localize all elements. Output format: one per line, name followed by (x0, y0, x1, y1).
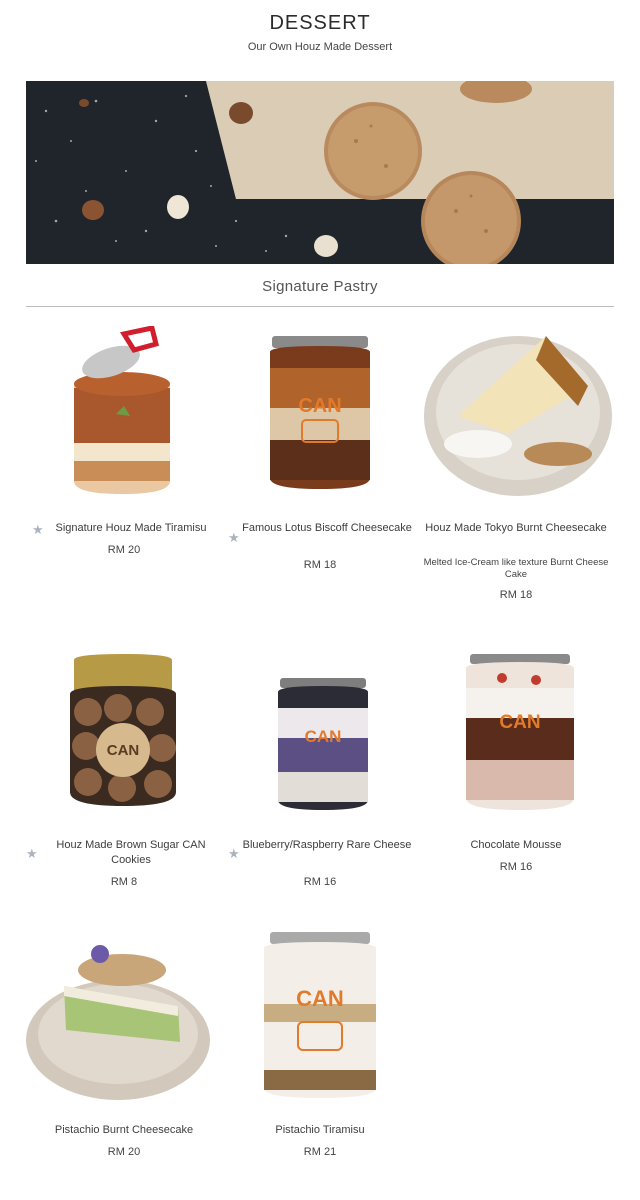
product-name[interactable]: Chocolate Mousse (418, 838, 614, 853)
product-card[interactable]: CAN ★ Famous Lotus Biscoff Cheesecake RM… (222, 326, 418, 576)
product-card[interactable]: CAN Pistachio Tiramisu RM 21 (222, 930, 418, 1170)
page-title: DESSERT (269, 12, 371, 34)
section-divider (26, 306, 614, 307)
product-card[interactable]: CAN Chocolate Mousse RM 16 (418, 650, 614, 890)
product-name[interactable]: Blueberry/Raspberry Rare Cheese (236, 838, 418, 853)
product-image[interactable]: CAN (222, 650, 418, 820)
product-description: Melted Ice-Cream like texture Burnt Chee… (423, 557, 609, 580)
section-title: Signature Pastry (262, 278, 378, 295)
product-image[interactable]: CAN (26, 650, 222, 820)
product-card[interactable]: Pistachio Burnt Cheesecake RM 20 (26, 930, 222, 1170)
product-card[interactable]: CAN ★ Houz Made Brown Sugar CAN Cookies … (26, 650, 222, 890)
product-price: RM 16 (303, 876, 337, 888)
product-price: RM 21 (303, 1146, 337, 1158)
product-price: RM 20 (107, 544, 141, 556)
product-image[interactable]: CAN (222, 326, 418, 496)
product-image[interactable] (26, 325, 222, 496)
page-subtitle: Our Own Houz Made Dessert (247, 41, 393, 53)
product-price: RM 18 (499, 589, 533, 601)
product-card[interactable]: Houz Made Tokyo Burnt Cheesecake Melted … (418, 326, 614, 606)
svg-text:CAN: CAN (296, 986, 344, 1011)
product-price: RM 8 (110, 876, 138, 888)
svg-text:CAN: CAN (499, 712, 540, 733)
product-image[interactable] (418, 326, 614, 496)
product-image[interactable]: CAN (418, 650, 614, 820)
product-name[interactable]: Pistachio Burnt Cheesecake (26, 1123, 222, 1138)
svg-text:CAN: CAN (107, 742, 140, 759)
star-icon: ★ (26, 846, 38, 861)
product-name[interactable]: Houz Made Brown Sugar CAN Cookies (40, 838, 222, 868)
product-price: RM 16 (499, 861, 533, 873)
svg-text:CAN: CAN (298, 395, 341, 417)
product-name[interactable]: Famous Lotus Biscoff Cheesecake (236, 521, 418, 536)
product-price: RM 20 (107, 1146, 141, 1158)
product-name[interactable]: Signature Houz Made Tiramisu (40, 521, 222, 536)
product-card[interactable]: ★ Signature Houz Made Tiramisu RM 20 (26, 325, 222, 576)
product-card[interactable]: CAN ★ Blueberry/Raspberry Rare Cheese RM… (222, 650, 418, 890)
product-name[interactable]: Houz Made Tokyo Burnt Cheesecake (418, 521, 614, 536)
hero-banner-image (26, 81, 614, 264)
product-image[interactable]: CAN (222, 930, 418, 1100)
product-name[interactable]: Pistachio Tiramisu (222, 1123, 418, 1138)
svg-text:CAN: CAN (305, 727, 342, 746)
product-price: RM 18 (303, 559, 337, 571)
product-image[interactable] (26, 930, 222, 1100)
